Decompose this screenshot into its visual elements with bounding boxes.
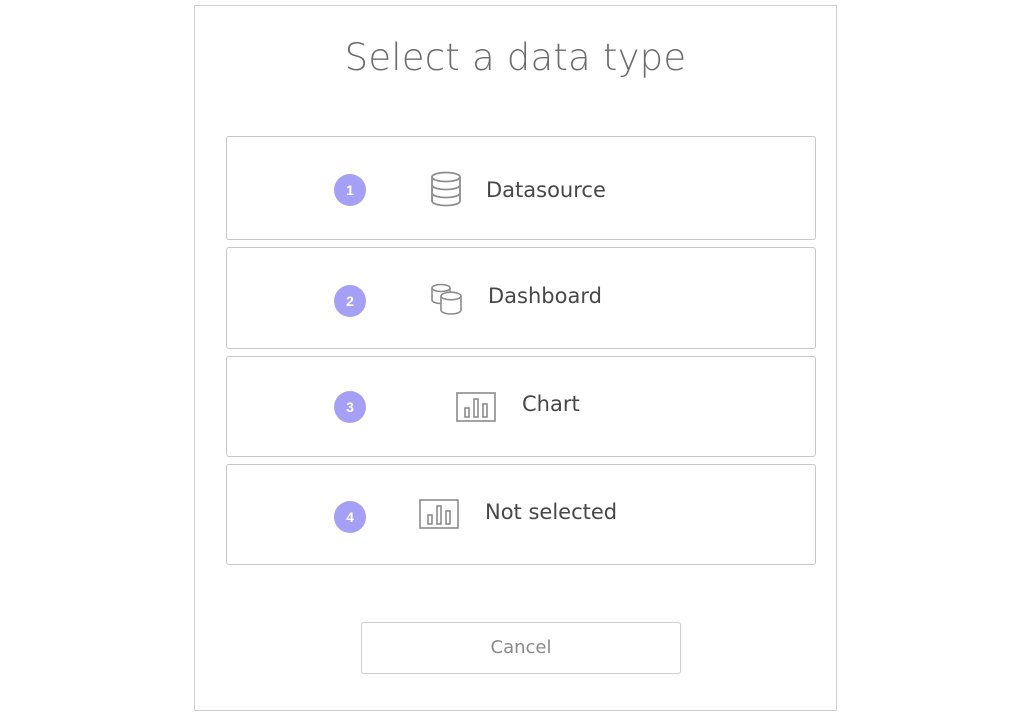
step-badge-1: 1 [334, 174, 366, 206]
step-badge-3: 3 [334, 391, 366, 423]
database-icon [431, 171, 461, 207]
option-chart[interactable]: 3 Chart [226, 356, 816, 457]
option-not-selected[interactable]: 4 Not selected [226, 464, 816, 565]
step-badge-4: 4 [334, 501, 366, 533]
option-label-dashboard: Dashboard [488, 284, 602, 308]
option-label-datasource: Datasource [486, 178, 606, 202]
select-data-type-dialog: Select a data type 1 Datasource 2 Dashbo… [194, 5, 837, 711]
option-label-not-selected: Not selected [485, 500, 618, 524]
option-label-chart: Chart [522, 392, 580, 416]
bar-chart-icon [456, 392, 496, 422]
option-datasource[interactable]: 1 Datasource [226, 136, 816, 240]
step-badge-2: 2 [334, 285, 366, 317]
option-dashboard[interactable]: 2 Dashboard [226, 247, 816, 349]
cancel-button[interactable]: Cancel [361, 622, 681, 674]
dashboard-cubes-icon [431, 283, 462, 315]
dialog-title: Select a data type [344, 36, 687, 79]
bar-chart-icon [419, 499, 459, 529]
